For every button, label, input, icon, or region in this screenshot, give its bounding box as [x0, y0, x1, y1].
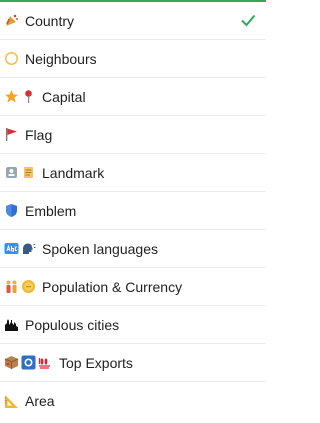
speaking-head-icon	[21, 241, 36, 256]
menu-item-populous-cities[interactable]: Populous cities	[0, 306, 266, 344]
triangle-ruler-icon	[4, 394, 19, 409]
menu-item-country[interactable]: Country	[0, 2, 266, 40]
menu-item-icons	[4, 355, 53, 370]
menu-item-icons	[4, 241, 36, 256]
package-icon	[4, 355, 19, 370]
menu-item-capital[interactable]: Capital	[0, 78, 266, 116]
coin-icon	[21, 279, 36, 294]
menu-item-icons	[4, 89, 36, 104]
menu-item-label: Landmark	[42, 164, 105, 181]
check-icon	[239, 11, 257, 29]
menu-item-landmark[interactable]: Landmark	[0, 154, 266, 192]
category-menu: Country Neighbours Capital Flag Landmark…	[0, 0, 266, 423]
star-icon	[4, 89, 19, 104]
menu-item-label: Emblem	[25, 202, 77, 219]
menu-item-icons	[4, 51, 19, 66]
menu-item-label: Top Exports	[59, 354, 133, 371]
shield-icon	[4, 203, 19, 218]
menu-item-label: Neighbours	[25, 50, 97, 67]
menu-item-flag[interactable]: Flag	[0, 116, 266, 154]
menu-item-label: Populous cities	[25, 316, 120, 333]
record-icon	[21, 355, 36, 370]
menu-item-icons	[4, 203, 19, 218]
menu-item-label: Population & Currency	[42, 278, 183, 295]
menu-item-spoken-languages[interactable]: Spoken languages	[0, 230, 266, 268]
pin-icon	[21, 89, 36, 104]
menu-item-neighbours[interactable]: Neighbours	[0, 40, 266, 78]
party-popper-icon	[4, 13, 19, 28]
menu-item-label: Flag	[25, 126, 53, 143]
scroll-icon	[21, 165, 36, 180]
statue-icon	[4, 165, 19, 180]
menu-item-icons	[4, 13, 19, 28]
menu-item-label: Area	[25, 393, 55, 409]
menu-item-icons	[4, 394, 19, 409]
menu-item-population-currency[interactable]: Population & Currency	[0, 268, 266, 306]
city-icon	[4, 317, 19, 332]
menu-item-icons	[4, 317, 19, 332]
menu-item-icons	[4, 279, 36, 294]
menu-item-area[interactable]: Area	[0, 382, 266, 420]
menu-item-label: Country	[25, 12, 75, 29]
abc-icon	[4, 241, 19, 256]
menu-item-label: Spoken languages	[42, 240, 158, 257]
menu-item-icons	[4, 127, 19, 142]
menu-item-top-exports[interactable]: Top Exports	[0, 344, 266, 382]
hundred-icon	[38, 355, 53, 370]
people-icon	[4, 279, 19, 294]
menu-item-icons	[4, 165, 36, 180]
red-flag-icon	[4, 127, 19, 142]
menu-item-label: Capital	[42, 88, 86, 105]
menu-item-emblem[interactable]: Emblem	[0, 192, 266, 230]
compass-icon	[4, 51, 19, 66]
